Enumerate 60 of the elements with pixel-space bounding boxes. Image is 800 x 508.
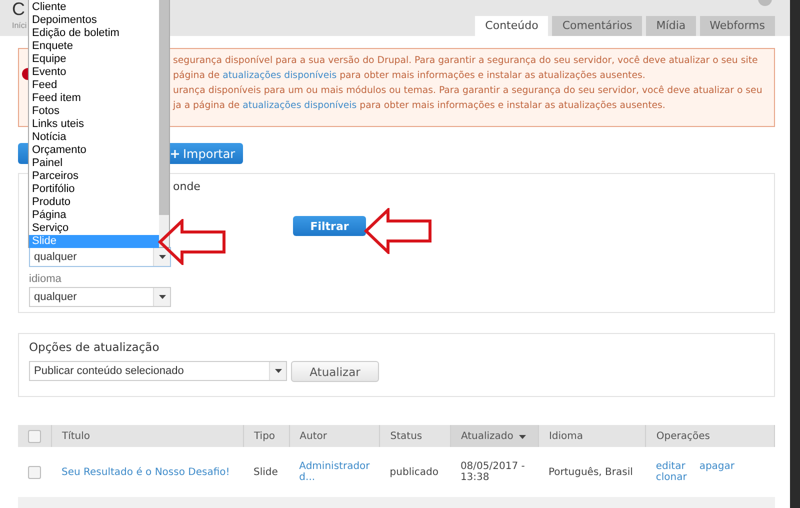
dropdown-option[interactable]: Notícia [29, 131, 159, 144]
action-select[interactable]: Publicar conteúdo selecionado [29, 361, 287, 381]
warning-text: segurança disponível para a sua versão do Drupal. Para garantir a segurança do seu servidor, você deve atualizar o seu site [173, 54, 759, 68]
caret-icon [519, 434, 526, 438]
dropdown-option[interactable]: Equipe [29, 53, 159, 66]
tab[interactable]: Conteúdo [475, 16, 548, 36]
operation-link[interactable]: editar [656, 461, 686, 472]
filter-button[interactable]: Filtrar [293, 216, 366, 236]
update-button[interactable]: Atualizar [291, 361, 379, 382]
operation-link[interactable]: apagar [699, 461, 735, 472]
warning-text: urança disponíveis para um ou mais módulos ou temas. Para garantir a segurança do seu servidor, você deve atualizar o seu [173, 84, 762, 98]
table-cell: Slide [244, 447, 290, 497]
scrollbar[interactable] [159, 0, 169, 247]
dropdown-option[interactable]: Feed [29, 79, 159, 92]
column-header[interactable]: Status [380, 425, 450, 447]
table-cell: 08/05/2017 - 13:38 [450, 447, 538, 497]
warning-text: página de atualizações disponíveis para obter mais informações e instalar as atualizações ausentes. [173, 69, 646, 83]
warning-text: ja a página de atualizações disponíveis para obter mais informações e instalar as atualizações ausentes. [173, 99, 666, 113]
tab[interactable]: Webforms [700, 16, 775, 36]
caret-icon [274, 369, 282, 373]
page-title: C [12, 0, 26, 18]
column-header[interactable]: Título [52, 425, 244, 447]
language-label: idioma [29, 273, 62, 285]
tab[interactable]: Comentários [552, 16, 642, 36]
type-select[interactable]: qualquer [29, 247, 171, 267]
author-link[interactable]: Administrador d... [299, 461, 370, 483]
dropdown-option[interactable]: Orçamento [29, 144, 159, 157]
title-link[interactable]: Seu Resultado é o Nosso Desafio! [62, 466, 230, 478]
dropdown-option[interactable]: Produto [29, 196, 159, 209]
caret-icon [158, 255, 166, 259]
table-cell: Português, Brasil [538, 447, 646, 497]
left-arrow-drawing [158, 219, 226, 265]
operation-link[interactable]: clonar [656, 472, 687, 483]
row-checkbox[interactable] [28, 466, 41, 478]
caret-icon [158, 295, 166, 299]
panel-title: Opções de atualização [29, 340, 160, 354]
column-header[interactable]: Atualizado [450, 425, 538, 447]
column-header[interactable]: Idioma [538, 425, 646, 447]
dropdown-option[interactable]: Edição de boletim [29, 27, 159, 40]
dropdown-option[interactable]: Evento [29, 66, 159, 79]
column-header[interactable]: Autor [289, 425, 380, 447]
dropdown-option[interactable]: Cliente [29, 1, 159, 14]
language-select[interactable]: qualquer [29, 287, 171, 307]
dropdown-option[interactable]: Links uteis [29, 118, 159, 131]
left-arrow-drawing [364, 208, 432, 254]
tab[interactable]: Mídia [646, 16, 696, 36]
dropdown-option[interactable]: Serviço [29, 222, 159, 235]
column-header[interactable]: Tipo [244, 425, 290, 447]
column-header[interactable]: Operações [646, 425, 774, 447]
dropdown-option[interactable]: Portifólio [29, 183, 159, 196]
dropdown-option[interactable]: Feed item [29, 92, 159, 105]
dropdown-option[interactable]: Depoimentos [29, 14, 159, 27]
dropdown-option[interactable]: Página [29, 209, 159, 222]
dropdown-option[interactable]: Enquete [29, 40, 159, 53]
table-cell: publicado [380, 447, 450, 497]
dropdown-option[interactable]: Painel [29, 157, 159, 170]
dropdown-option[interactable]: Fotos [29, 105, 159, 118]
dropdown-option[interactable]: Parceiros [29, 170, 159, 183]
select-all-checkbox[interactable] [28, 430, 41, 442]
filter-legend: onde [173, 180, 764, 193]
